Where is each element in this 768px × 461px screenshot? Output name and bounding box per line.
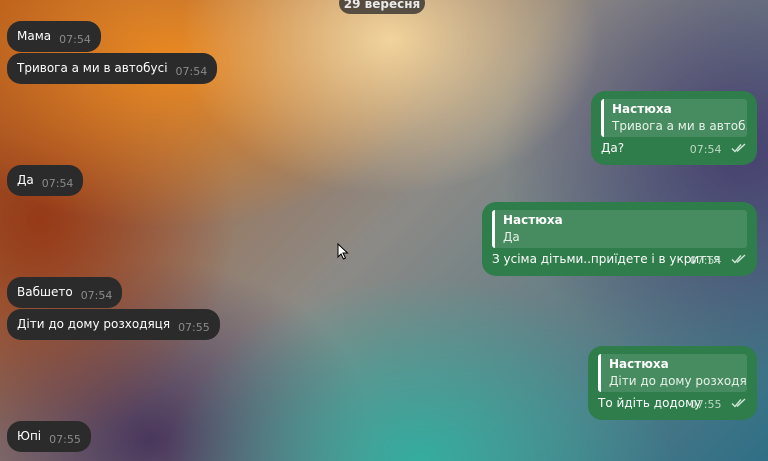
reply-quote[interactable]: Настюха Діти до дому розходя... bbox=[598, 354, 747, 392]
message-time: 07:55 bbox=[49, 433, 81, 446]
message-time: 07:54 bbox=[689, 254, 722, 267]
message-text: Діти до дому розходяця bbox=[17, 317, 171, 331]
reply-author: Настюха bbox=[503, 213, 563, 227]
reply-quote[interactable]: Настюха Да bbox=[492, 210, 747, 248]
message-time: 07:54 bbox=[41, 177, 74, 190]
outgoing-message[interactable]: Настюха Да З усіма дітьми..приїдете і в … bbox=[482, 202, 757, 276]
outgoing-message[interactable]: Настюха Діти до дому розходя... То йдіть… bbox=[588, 346, 757, 420]
double-check-icon bbox=[731, 139, 747, 161]
message-text: Вабшето bbox=[17, 285, 73, 299]
outgoing-message[interactable]: Настюха Тривога а ми в автоб... Да? 07:5… bbox=[591, 91, 757, 165]
reply-text: Тривога а ми в автоб... bbox=[612, 119, 747, 133]
incoming-message[interactable]: Мама 07:54 bbox=[7, 21, 101, 52]
double-check-icon bbox=[731, 394, 747, 416]
double-check-icon bbox=[731, 250, 747, 272]
incoming-message[interactable]: Юпі 07:55 bbox=[7, 421, 91, 452]
message-text: З усіма дітьми..приїдете і в укриття bbox=[492, 252, 721, 266]
message-time: 07:55 bbox=[689, 398, 722, 411]
reply-author: Настюха bbox=[609, 357, 669, 371]
message-text: Тривога а ми в автобусі bbox=[17, 61, 168, 75]
message-time: 07:55 bbox=[178, 321, 210, 334]
reply-text: Да bbox=[503, 230, 520, 244]
message-time: 07:54 bbox=[80, 289, 113, 302]
date-separator: 29 вересня bbox=[339, 0, 425, 14]
reply-quote[interactable]: Настюха Тривога а ми в автоб... bbox=[601, 99, 747, 137]
incoming-message[interactable]: Вабшето 07:54 bbox=[7, 277, 123, 308]
message-time: 07:54 bbox=[175, 65, 208, 78]
message-text: Да? bbox=[601, 141, 625, 155]
incoming-message[interactable]: Діти до дому розходяця 07:55 bbox=[7, 309, 220, 340]
message-text: Юпі bbox=[17, 429, 42, 443]
reply-author: Настюха bbox=[612, 102, 672, 116]
message-text: Мама bbox=[17, 29, 52, 43]
message-time: 07:54 bbox=[689, 143, 722, 156]
incoming-message[interactable]: Тривога а ми в автобусі 07:54 bbox=[7, 53, 218, 84]
message-time: 07:54 bbox=[59, 33, 91, 46]
incoming-message[interactable]: Да 07:54 bbox=[7, 165, 84, 196]
mouse-pointer-icon bbox=[337, 242, 349, 263]
message-text: Да bbox=[17, 173, 34, 187]
message-text: То йдіть додому bbox=[598, 396, 702, 410]
reply-text: Діти до дому розходя... bbox=[609, 374, 747, 388]
